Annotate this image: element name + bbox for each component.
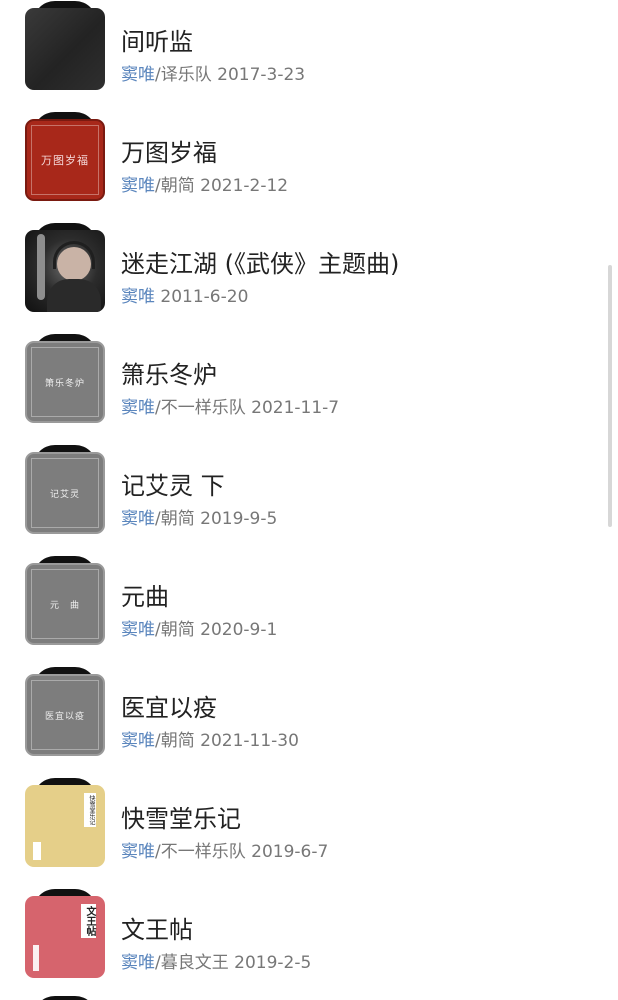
song-title[interactable]: 间听监 (121, 22, 193, 57)
song-title[interactable]: 医宜以疫 (121, 688, 217, 723)
artist-link[interactable]: 窦唯 (121, 176, 155, 196)
song-title[interactable]: 文王帖 (121, 910, 193, 945)
cover-art: 箫乐冬炉 (25, 341, 105, 423)
album-cover[interactable]: 记艾灵 (25, 445, 105, 534)
album-cover[interactable]: 箫乐冬炉 (25, 334, 105, 423)
cover-stamp (33, 945, 39, 971)
song-title[interactable]: 迷走江湖 (《武侠》主题曲) (121, 244, 399, 279)
song-list: 间听监 窦唯/译乐队 2017-3-23 万图岁福 万图岁福 窦唯/朝简 202… (0, 0, 618, 1000)
artist-link[interactable]: 窦唯 (121, 953, 155, 973)
cover-art (25, 230, 105, 312)
album-cover[interactable]: 元 曲 (25, 556, 105, 645)
song-meta: 窦唯/朝简 2020-9-1 (121, 615, 277, 640)
song-meta: 窦唯/暮良文王 2019-2-5 (121, 948, 311, 973)
album-cover[interactable] (25, 1, 105, 90)
album-cover[interactable] (25, 223, 105, 312)
song-meta: 窦唯/朝简 2019-9-5 (121, 504, 277, 529)
album-date: /不一样乐队 2019-6-7 (155, 842, 329, 862)
cover-stamp (33, 842, 41, 860)
artist-link[interactable]: 窦唯 (121, 620, 155, 640)
artist-link[interactable]: 窦唯 (121, 398, 155, 418)
song-row[interactable]: 快雪堂乐记 快雪堂乐记 窦唯/不一样乐队 2019-6-7 (0, 777, 618, 888)
cover-text: 万图岁福 (41, 154, 89, 167)
cover-art (25, 8, 105, 90)
album-cover[interactable]: 医宜以疫 (25, 667, 105, 756)
song-row[interactable]: 记艾灵 记艾灵 下 窦唯/朝简 2019-9-5 (0, 444, 618, 555)
album-date: /朝简 2021-2-12 (155, 176, 289, 196)
cover-art: 医宜以疫 (25, 674, 105, 756)
album-cover[interactable]: 文王帖 (25, 889, 105, 978)
song-title[interactable]: 万图岁福 (121, 133, 217, 168)
song-title[interactable]: 记艾灵 下 (121, 466, 225, 501)
album-date: 2011-6-20 (155, 287, 249, 307)
song-meta: 窦唯/译乐队 2017-3-23 (121, 60, 305, 85)
cover-art: 快雪堂乐记 (25, 785, 105, 867)
album-date: /朝简 2019-9-5 (155, 509, 278, 529)
song-row[interactable]: 医宜以疫 医宜以疫 窦唯/朝简 2021-11-30 (0, 666, 618, 777)
singer-body (47, 279, 101, 312)
song-title[interactable]: 快雪堂乐记 (121, 799, 241, 834)
cover-art: 记艾灵 (25, 452, 105, 534)
scrollbar[interactable] (608, 265, 612, 527)
song-row[interactable]: 万图岁福 万图岁福 窦唯/朝简 2021-2-12 (0, 111, 618, 222)
song-row[interactable]: 箫乐冬炉 箫乐冬炉 窦唯/不一样乐队 2021-11-7 (0, 333, 618, 444)
microphone-icon (37, 234, 45, 300)
artist-link[interactable]: 窦唯 (121, 509, 155, 529)
album-cover[interactable]: 快雪堂乐记 (25, 778, 105, 867)
cover-text: 箫乐冬炉 (44, 378, 85, 389)
artist-link[interactable]: 窦唯 (121, 731, 155, 751)
cover-art: 文王帖 (25, 896, 105, 978)
headphones-icon (53, 241, 95, 269)
cover-art: 万图岁福 (25, 119, 105, 201)
album-date: /不一样乐队 2021-11-7 (155, 398, 340, 418)
song-meta: 窦唯/不一样乐队 2019-6-7 (121, 837, 328, 862)
song-meta: 窦唯/朝简 2021-11-30 (121, 726, 299, 751)
cover-vertical-label: 文王帖 (81, 904, 96, 938)
cover-art: 元 曲 (25, 563, 105, 645)
album-date: /译乐队 2017-3-23 (155, 65, 306, 85)
album-cover[interactable]: 万图岁福 (25, 112, 105, 201)
cover-vertical-label: 快雪堂乐记 (84, 793, 96, 827)
song-title[interactable]: 元曲 (121, 577, 169, 612)
song-row[interactable]: 文王帖 文王帖 窦唯/暮良文王 2019-2-5 (0, 888, 618, 999)
cover-text: 元 曲 (49, 600, 80, 611)
song-row[interactable]: 迷走江湖 (《武侠》主题曲) 窦唯 2011-6-20 (0, 222, 618, 333)
song-meta: 窦唯/不一样乐队 2021-11-7 (121, 393, 339, 418)
artist-link[interactable]: 窦唯 (121, 842, 155, 862)
song-title[interactable]: 箫乐冬炉 (121, 355, 217, 390)
artist-link[interactable]: 窦唯 (121, 287, 155, 307)
song-meta: 窦唯 2011-6-20 (121, 282, 248, 307)
song-meta: 窦唯/朝简 2021-2-12 (121, 171, 288, 196)
artist-link[interactable]: 窦唯 (121, 65, 155, 85)
song-row[interactable]: 元 曲 元曲 窦唯/朝简 2020-9-1 (0, 555, 618, 666)
album-date: /暮良文王 2019-2-5 (155, 953, 312, 973)
cover-text: 记艾灵 (49, 489, 80, 500)
album-date: /朝简 2020-9-1 (155, 620, 278, 640)
song-row[interactable]: 间听监 窦唯/译乐队 2017-3-23 (0, 0, 618, 111)
cover-text: 医宜以疫 (44, 711, 85, 722)
album-date: /朝简 2021-11-30 (155, 731, 299, 751)
